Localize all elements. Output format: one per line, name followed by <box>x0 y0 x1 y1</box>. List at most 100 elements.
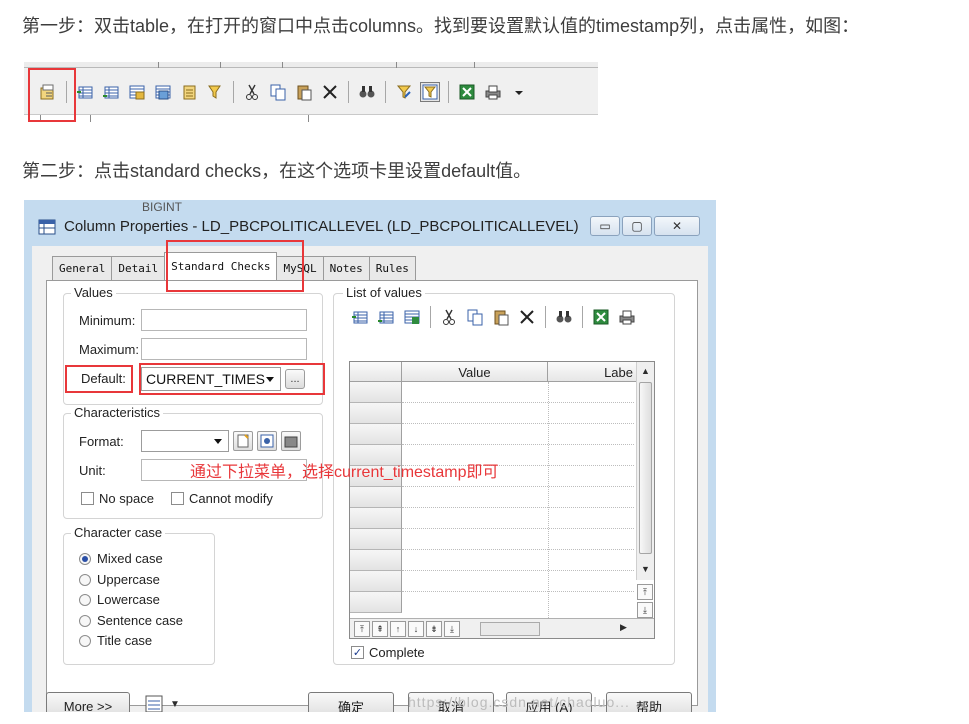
delete-icon[interactable] <box>517 307 537 327</box>
vertical-scrollbar[interactable]: ▲ ▼ <box>636 362 654 580</box>
list-view-menu[interactable]: ▼ <box>144 694 180 712</box>
checkbox-box <box>171 492 184 505</box>
copy-icon[interactable] <box>268 82 288 102</box>
next-page-icon[interactable]: ⇟ <box>426 621 442 637</box>
toolbar-separator <box>448 81 449 103</box>
scroll-up-icon[interactable]: ▲ <box>641 366 650 376</box>
column-header-value[interactable]: Value <box>402 362 548 382</box>
list-toolbar <box>350 306 643 328</box>
characteristics-group-label: Characteristics <box>71 405 163 420</box>
column-properties-dialog: BIGINT Column Properties - LD_PBCPOLITIC… <box>24 200 716 712</box>
paste-icon[interactable] <box>491 307 511 327</box>
radio-label: Mixed case <box>97 551 163 566</box>
minimum-label: Minimum: <box>79 313 136 328</box>
format-new-icon[interactable] <box>233 431 253 451</box>
paste-rows-icon[interactable] <box>179 82 199 102</box>
cannot-modify-checkbox[interactable]: Cannot modify <box>171 491 273 506</box>
cannot-modify-label: Cannot modify <box>189 491 273 506</box>
format-combo[interactable] <box>141 430 229 452</box>
add-row-icon[interactable] <box>101 82 121 102</box>
horizontal-scroll-thumb[interactable] <box>480 622 540 636</box>
paste-icon[interactable] <box>294 82 314 102</box>
format-properties-icon[interactable] <box>257 431 277 451</box>
tab-rules[interactable]: Rules <box>368 256 416 280</box>
insert-row-icon[interactable] <box>350 307 370 327</box>
ok-button[interactable]: 确定 <box>308 692 394 712</box>
scroll-right-icon[interactable]: ▶ <box>620 622 627 633</box>
radio-label: Sentence case <box>97 613 184 628</box>
move-bottom-icon[interactable]: ⤓ <box>637 602 653 618</box>
toolbar-top-edge <box>24 62 598 68</box>
add-row-icon[interactable] <box>376 307 396 327</box>
last-row-icon[interactable]: ⤓ <box>444 621 460 637</box>
maximum-label: Maximum: <box>79 342 139 357</box>
dropdown-icon[interactable] <box>509 82 529 102</box>
values-group-label: Values <box>71 285 116 300</box>
checkbox-box: ✓ <box>351 646 364 659</box>
chevron-down-icon <box>214 439 222 444</box>
radio-sentence-case[interactable]: Sentence case <box>79 613 183 628</box>
dialog-title: Column Properties - LD_PBCPOLITICALLEVEL… <box>64 218 579 235</box>
copy-rows-icon[interactable] <box>153 82 173 102</box>
scroll-down-icon[interactable]: ▼ <box>641 564 650 574</box>
title-bar: Column Properties - LD_PBCPOLITICALLEVEL… <box>30 210 710 244</box>
radio-label: Uppercase <box>97 572 160 587</box>
radio-label: Title case <box>97 633 153 648</box>
no-space-checkbox[interactable]: No space <box>81 491 154 506</box>
step1-text: 第一步：双击table，在打开的窗口中点击columns。找到要设置默认值的ti… <box>22 16 860 36</box>
minimum-field[interactable] <box>141 309 307 331</box>
prev-page-icon[interactable]: ⇞ <box>372 621 388 637</box>
radio-uppercase[interactable]: Uppercase <box>79 572 160 587</box>
radio-lowercase[interactable]: Lowercase <box>79 592 160 607</box>
format-list-icon[interactable] <box>281 431 301 451</box>
delete-icon[interactable] <box>320 82 340 102</box>
toolbar-separator <box>430 306 431 328</box>
add-rows-icon[interactable] <box>127 82 147 102</box>
more-button[interactable]: More >> <box>46 692 130 712</box>
tab-detail[interactable]: Detail <box>111 256 166 280</box>
no-space-label: No space <box>99 491 154 506</box>
find-icon[interactable] <box>357 82 377 102</box>
toolbar-separator <box>582 306 583 328</box>
filter-icon[interactable] <box>205 82 225 102</box>
print-icon[interactable] <box>483 82 503 102</box>
cut-icon[interactable] <box>439 307 459 327</box>
radio-title-case[interactable]: Title case <box>79 633 152 648</box>
cut-icon[interactable] <box>242 82 262 102</box>
maximize-button[interactable]: ▢ <box>622 216 652 236</box>
character-case-label: Character case <box>71 525 166 540</box>
prev-row-icon[interactable]: ↑ <box>390 621 406 637</box>
toolbar-separator <box>233 81 234 103</box>
toolbar-separator <box>385 81 386 103</box>
first-row-icon[interactable]: ⤒ <box>354 621 370 637</box>
next-row-icon[interactable]: ↓ <box>408 621 424 637</box>
maximum-field[interactable] <box>141 338 307 360</box>
watermark-text: https://blog.csdn.net/chaoluo... <box>408 694 630 710</box>
grid-header: Value Labe <box>350 362 654 382</box>
tab-notes[interactable]: Notes <box>322 256 370 280</box>
customize-icon[interactable] <box>394 82 414 102</box>
print-icon[interactable] <box>617 307 637 327</box>
highlight-box-properties <box>28 68 76 122</box>
tab-general[interactable]: General <box>52 256 113 280</box>
add-rows-icon[interactable] <box>402 307 422 327</box>
radio-mixed-case[interactable]: Mixed case <box>79 551 163 566</box>
toolbar-separator <box>348 81 349 103</box>
column-header-label[interactable]: Labe <box>548 362 638 382</box>
find-icon[interactable] <box>554 307 574 327</box>
close-button[interactable]: ✕ <box>654 216 700 236</box>
scroll-thumb[interactable] <box>639 382 652 554</box>
toolbar-screenshot <box>24 62 598 122</box>
excel-icon[interactable] <box>591 307 611 327</box>
excel-icon[interactable] <box>457 82 477 102</box>
tab-panel: Values Minimum: Maximum: Default: CURREN… <box>46 280 698 706</box>
move-top-icon[interactable]: ⤒ <box>637 584 653 600</box>
customize-columns-icon[interactable] <box>420 82 440 102</box>
list-of-values-grid[interactable]: Value Labe ▲ ▼ ⤒ ⤓ ⤒ ⇞ ↑ ↓ ⇟ ⤓ ▶ <box>349 361 655 639</box>
insert-row-icon[interactable] <box>75 82 95 102</box>
minimize-button[interactable]: ▭ <box>590 216 620 236</box>
copy-icon[interactable] <box>465 307 485 327</box>
complete-label: Complete <box>369 645 425 660</box>
complete-checkbox[interactable]: ✓ Complete <box>351 645 425 660</box>
radio-label: Lowercase <box>97 592 160 607</box>
